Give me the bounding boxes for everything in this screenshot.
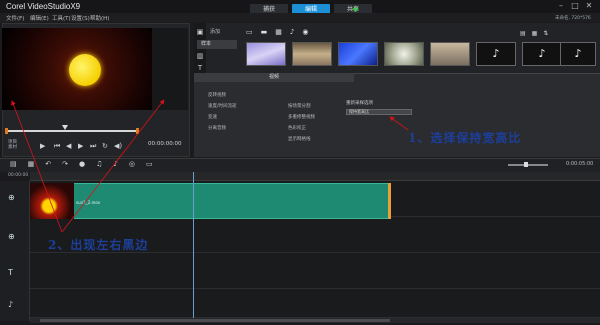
annotation-note-1: 1、选择保持宽高比	[408, 131, 522, 145]
annotation-arrows	[11, 99, 409, 233]
annotation-note-2: 2、出现左右黑边	[48, 238, 149, 252]
arrow-to-left-border	[11, 100, 63, 233]
arrow-to-right-border	[61, 99, 165, 233]
arrow-to-aspect-select	[389, 116, 409, 131]
